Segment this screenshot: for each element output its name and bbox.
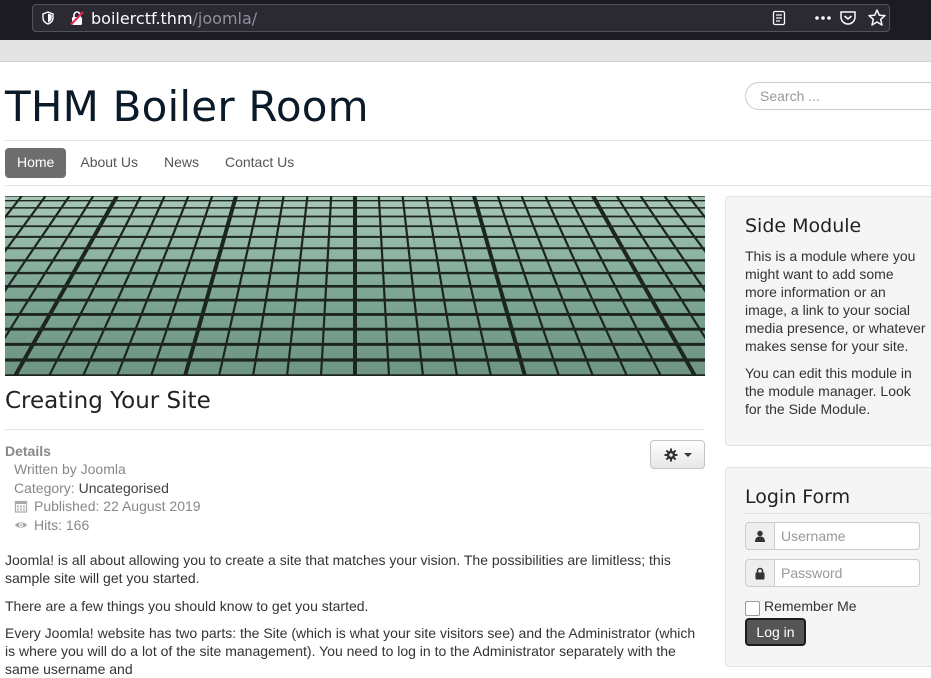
hits-text: Hits: 166 [34, 516, 90, 533]
password-group [745, 559, 920, 587]
search-input[interactable] [745, 82, 931, 110]
browser-strip [0, 40, 931, 62]
side-module-paragraph: This is a module where you might want to… [745, 248, 926, 354]
url-host: boilerctf.thm [91, 9, 193, 28]
password-field[interactable] [774, 559, 920, 587]
url-path: /joomla/ [192, 9, 258, 28]
details-label: Details [5, 443, 51, 459]
divider [5, 429, 705, 430]
page: THM Boiler Room Home About Us News Conta… [0, 62, 931, 677]
lock-icon [745, 559, 774, 587]
user-icon [745, 522, 774, 550]
nav-item-about-us[interactable]: About Us [68, 148, 150, 178]
nav-item-news[interactable]: News [152, 148, 211, 178]
reader-view-icon[interactable] [771, 10, 787, 26]
bookmark-star-icon[interactable] [867, 8, 887, 28]
site-title[interactable]: THM Boiler Room [5, 82, 369, 132]
published-info: Published: 22 August 2019 [14, 497, 201, 516]
banner-image [5, 196, 705, 376]
category-prefix: Category: [14, 479, 75, 496]
divider [5, 140, 931, 141]
article-paragraph: There are a few things you should know t… [5, 598, 369, 614]
pocket-icon[interactable] [839, 9, 857, 27]
remember-me-checkbox[interactable] [745, 601, 760, 616]
nav-item-home[interactable]: Home [5, 148, 67, 178]
shield-icon[interactable] [41, 11, 55, 25]
login-form: Login Form Remember Me Log in [725, 467, 931, 667]
article-paragraph: Joomla! is all about allowing you to cre… [5, 552, 671, 586]
gear-icon [664, 448, 677, 461]
divider [745, 513, 931, 514]
login-button[interactable]: Log in [745, 618, 806, 646]
article-paragraph: Every Joomla! website has two parts: the… [5, 625, 696, 677]
category-info: Category: Uncategorised [14, 479, 201, 498]
side-module-paragraph: You can edit this module in the module m… [745, 365, 912, 417]
published-text: Published: 22 August 2019 [34, 498, 201, 514]
article-actions-button[interactable] [650, 440, 705, 469]
insecure-lock-icon[interactable] [69, 10, 85, 26]
author-info: Written by Joomla [14, 460, 201, 479]
login-form-title: Login Form [745, 486, 851, 508]
hits-info: Hits: 166 [14, 516, 201, 535]
url-text[interactable]: boilerctf.thm/joomla/ [91, 9, 257, 29]
author-text: Written by Joomla [14, 461, 126, 477]
remember-me: Remember Me [745, 595, 857, 616]
username-group [745, 522, 920, 550]
main-nav: Home About Us News Contact Us [5, 148, 308, 178]
side-module-text: This is a module where you might want to… [745, 247, 928, 427]
eye-icon [15, 522, 27, 528]
nav-item-contact-us[interactable]: Contact Us [213, 148, 306, 178]
address-bar[interactable]: boilerctf.thm/joomla/ [32, 4, 890, 32]
category-link[interactable]: Uncategorised [79, 479, 169, 498]
chevron-down-icon [683, 452, 692, 457]
article-title[interactable]: Creating Your Site [5, 386, 211, 416]
article-details: Details Written by Joomla Category: Unca… [5, 442, 201, 534]
remember-me-label[interactable]: Remember Me [764, 598, 857, 614]
browser-toolbar: boilerctf.thm/joomla/ [0, 0, 931, 40]
divider [5, 185, 931, 186]
username-field[interactable] [774, 522, 920, 550]
side-module: Side Module This is a module where you m… [725, 196, 931, 446]
more-icon[interactable] [813, 9, 833, 27]
calendar-icon [14, 501, 28, 513]
side-module-title: Side Module [745, 215, 862, 237]
